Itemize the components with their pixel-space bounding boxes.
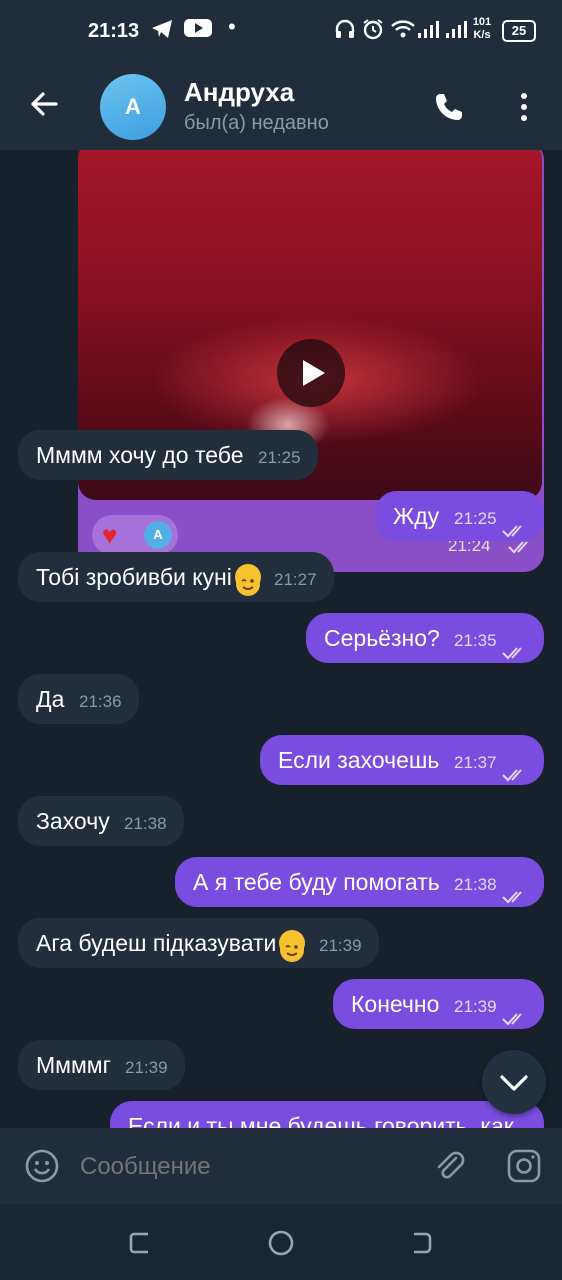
read-check-icon (502, 871, 528, 921)
avatar-letter: A (125, 94, 141, 119)
battery-icon: 25 (502, 20, 536, 42)
dot-icon: • (228, 14, 236, 39)
message-time: 21:25 (454, 509, 497, 528)
network-speed-value: 101 (472, 16, 492, 28)
reaction-avatar: A (144, 521, 172, 549)
message-text: Серьёзно? (324, 625, 440, 651)
message-text: Жду (393, 503, 440, 529)
contact-avatar[interactable]: A (100, 74, 166, 140)
message-time: 21:39 (454, 997, 497, 1016)
camera-button[interactable] (506, 1148, 542, 1184)
message-time: 21:27 (274, 570, 317, 589)
contact-status: был(а) недавно (184, 112, 329, 134)
outgoing-message[interactable]: Жду 21:25 (375, 491, 544, 541)
heart-reaction-icon[interactable]: ♥ (102, 521, 117, 549)
wink-emoji-icon (279, 930, 306, 962)
read-check-icon (502, 993, 528, 1043)
outgoing-message[interactable]: Серьёзно? 21:35 (306, 613, 544, 663)
incoming-message[interactable]: Тобі зробивби куні 21:27 (18, 552, 334, 602)
alarm-icon (362, 18, 384, 45)
message-time: 21:37 (454, 753, 497, 772)
reaction-avatar-letter: A (153, 527, 163, 542)
status-bar: 21:13 • 101 K/s 25 (0, 0, 562, 62)
message-time: 21:35 (454, 631, 497, 650)
message-time: 21:39 (319, 936, 362, 955)
incoming-message[interactable]: Мммм хочу до тебе 21:25 (18, 430, 318, 480)
incoming-message[interactable]: Захочу 21:38 (18, 796, 184, 846)
recent-apps-button[interactable] (128, 1230, 154, 1256)
outgoing-message[interactable]: А я тебе буду помогать 21:38 (175, 857, 544, 907)
message-text: Захочу (36, 808, 110, 834)
read-check-icon (502, 749, 528, 799)
incoming-message[interactable]: Ммммг 21:39 (18, 1040, 185, 1090)
chat-area[interactable]: ♥ A 21:24 Мммм хочу до тебе 21:25 Жду 21:25… (0, 150, 562, 1128)
reactions-pill[interactable]: ♥ A (92, 515, 178, 555)
status-time: 21:13 (88, 20, 140, 42)
system-back-button[interactable] (408, 1230, 434, 1256)
message-text: Если и ты мне будешь говорить, как (128, 1113, 514, 1128)
message-text: Да (36, 686, 65, 712)
network-speed-unit: K/s (473, 29, 491, 41)
attach-button[interactable] (432, 1148, 468, 1184)
telegram-icon (150, 18, 174, 45)
message-text: Тобі зробивби куні (36, 564, 232, 590)
message-text: Конечно (351, 991, 440, 1017)
play-button[interactable] (277, 339, 345, 407)
message-time: 21:39 (125, 1058, 168, 1077)
chat-header: A Андруха был(а) недавно (0, 62, 562, 150)
wink-emoji-icon (234, 564, 261, 596)
back-button[interactable] (26, 86, 62, 122)
message-text: А я тебе буду помогать (193, 869, 440, 895)
message-text: Если захочешь (278, 747, 440, 773)
contact-name[interactable]: Андруха (184, 77, 294, 108)
message-time: 21:38 (454, 875, 497, 894)
signal-icon-1 (416, 18, 440, 45)
message-text: Мммм хочу до тебе (36, 442, 244, 468)
incoming-message[interactable]: Ага будеш підказувати 21:39 (18, 918, 379, 968)
message-time: 21:25 (258, 448, 301, 467)
message-text: Ммммг (36, 1052, 111, 1078)
system-nav-bar (0, 1204, 562, 1280)
battery-level: 25 (511, 23, 527, 38)
read-check-icon (502, 627, 528, 677)
message-text: Ага будеш підказувати (36, 930, 277, 956)
network-speed: 101 K/s (470, 16, 494, 42)
outgoing-message[interactable]: Если захочешь 21:37 (260, 735, 544, 785)
message-time: 21:38 (124, 814, 167, 833)
youtube-icon (184, 18, 212, 43)
wifi-icon (390, 18, 416, 45)
call-button[interactable] (432, 90, 466, 124)
message-input[interactable] (78, 1144, 412, 1190)
incoming-message[interactable]: Да 21:36 (18, 674, 139, 724)
headphones-icon (334, 18, 356, 45)
outgoing-message[interactable]: Если и ты мне будешь говорить, как (110, 1101, 544, 1128)
composer-bar (0, 1128, 562, 1204)
message-time: 21:36 (79, 692, 122, 711)
scroll-down-button[interactable] (482, 1050, 546, 1114)
emoji-button[interactable] (24, 1148, 60, 1184)
signal-icon-2 (444, 18, 468, 45)
more-menu-button[interactable] (512, 90, 536, 124)
home-button[interactable] (266, 1228, 296, 1258)
outgoing-message[interactable]: Конечно 21:39 (333, 979, 544, 1029)
read-check-icon (502, 505, 528, 555)
